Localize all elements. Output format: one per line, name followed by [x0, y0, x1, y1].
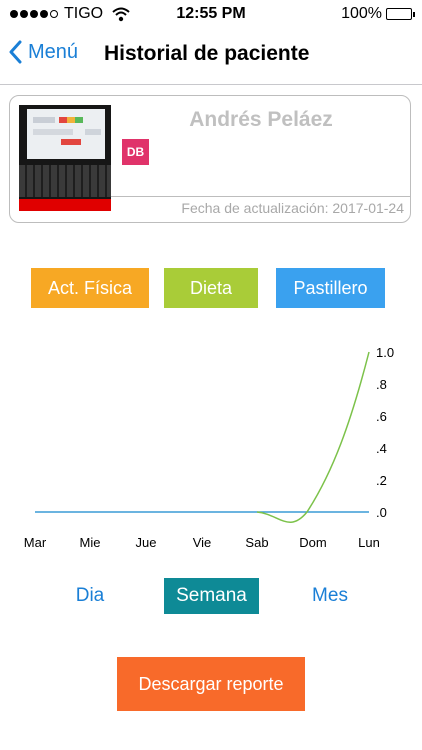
battery-icon	[386, 8, 415, 20]
initials-badge: DB	[122, 139, 149, 165]
patient-name: Andrés Peláez	[189, 108, 333, 131]
x-tick-label: Sab	[245, 535, 268, 550]
update-date: Fecha de actualización: 2017-01-24	[181, 200, 404, 216]
page-title: Historial de paciente	[104, 42, 310, 65]
back-button-label: Menú	[28, 40, 79, 63]
series-line-rising	[256, 351, 370, 523]
x-tick-label: Lun	[358, 535, 380, 550]
y-tick-label: .2	[376, 473, 387, 488]
battery-percent: 100%	[341, 5, 382, 22]
x-tick-label: Vie	[193, 535, 212, 550]
card-divider	[111, 196, 410, 197]
weekly-chart: 1.0 .8 .6 .4 .2 .0 Mar Mie Jue Vie Sab Dom Lun	[0, 330, 422, 560]
battery-status: 100%	[341, 5, 415, 23]
chart-svg: 1.0 .8 .6 .4 .2 .0 Mar Mie Jue Vie Sab Dom Lun	[24, 345, 394, 550]
pillbox-button[interactable]: Pastillero	[276, 268, 385, 308]
y-tick-label: .0	[376, 505, 387, 520]
x-tick-label: Mar	[24, 535, 47, 550]
chevron-left-icon	[9, 40, 22, 64]
status-bar: TIGO 12:55 PM 100%	[0, 0, 422, 28]
patient-photo	[19, 105, 111, 211]
patient-card: DB Andrés Peláez Fecha de actualización:…	[9, 95, 411, 223]
x-tick-label: Jue	[136, 535, 157, 550]
activity-button[interactable]: Act. Física	[31, 268, 149, 308]
back-button[interactable]: Menú	[8, 40, 78, 64]
y-tick-label: .8	[376, 377, 387, 392]
x-tick-label: Mie	[80, 535, 101, 550]
period-month-button[interactable]: Mes	[300, 578, 360, 614]
x-tick-label: Dom	[299, 535, 326, 550]
period-day-button[interactable]: Dia	[60, 578, 120, 614]
y-tick-label: .6	[376, 409, 387, 424]
diet-button[interactable]: Dieta	[164, 268, 258, 308]
period-week-button[interactable]: Semana	[164, 578, 259, 614]
navigation-bar: Menú Historial de paciente	[0, 28, 422, 85]
y-tick-label: 1.0	[376, 345, 394, 360]
y-tick-label: .4	[376, 441, 387, 456]
download-report-button[interactable]: Descargar reporte	[117, 657, 305, 711]
